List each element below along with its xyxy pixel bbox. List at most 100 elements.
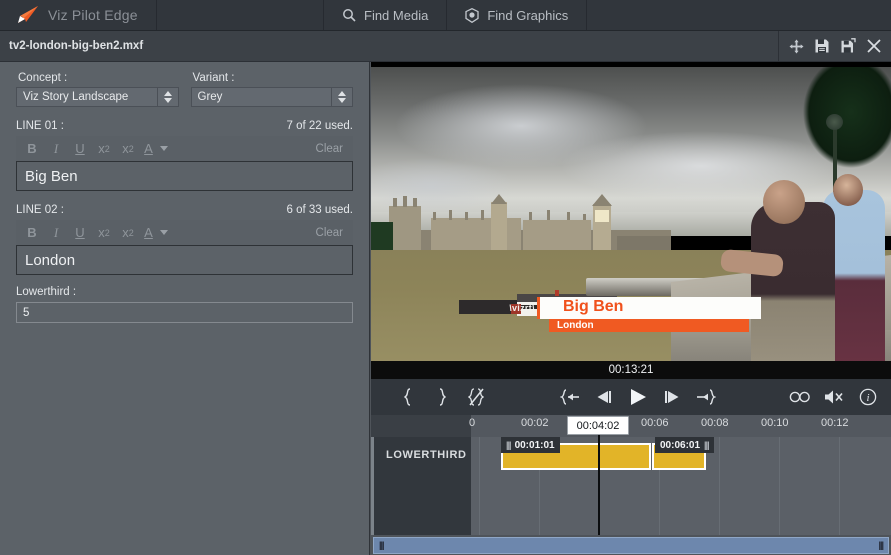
subscript-button[interactable]: x2 <box>92 222 116 244</box>
loop-button[interactable] <box>783 379 817 415</box>
playhead-stem <box>598 435 600 439</box>
lowerthird-overlay: \ vizrt \ Big Ben London <box>501 297 761 332</box>
bold-button[interactable]: B <box>20 222 44 244</box>
chevron-down-icon[interactable] <box>157 138 171 160</box>
grid-line <box>719 437 720 535</box>
go-to-end-button[interactable] <box>689 379 723 415</box>
line01-format-toolbar: B I U x2 x2 A Clear <box>16 136 353 161</box>
timeline-ruler[interactable]: 0 00:02 00:06 00:08 00:10 00:12 <box>371 415 891 437</box>
ruler-tick-5: 00:10 <box>761 417 789 429</box>
mute-icon[interactable] <box>817 379 851 415</box>
topbar-fill <box>587 0 891 30</box>
lowerthird-header: Lowerthird : <box>16 286 353 298</box>
timeline-hscrollbar[interactable]: ||| ||| <box>371 535 891 555</box>
scroll-left-grip-icon[interactable]: ||| <box>379 540 384 550</box>
video-preview[interactable]: \ vizrt \ Big Ben London 00:13:21 <box>371 62 891 379</box>
viz-pilot-edge-window: Viz Pilot Edge Find Media Find Graphics <box>0 0 891 555</box>
move-icon[interactable] <box>783 31 809 61</box>
clip-in-marker-label: 00:01:01 <box>514 439 555 451</box>
underline-button[interactable]: U <box>68 222 92 244</box>
clip-out-marker[interactable]: 00:06:01 ||| <box>655 437 714 453</box>
lamp-globe <box>826 114 843 130</box>
chevron-updown-icon[interactable] <box>331 88 352 106</box>
concept-select[interactable]: Viz Story Landscape <box>16 87 179 107</box>
find-graphics-label: Find Graphics <box>487 7 569 23</box>
clip-out-marker-label: 00:06:01 <box>660 439 701 451</box>
tree-foliage <box>801 62 891 192</box>
text-color-button[interactable]: A <box>140 138 157 160</box>
template-form-panel: Concept : Viz Story Landscape Variant : … <box>0 62 370 555</box>
superscript-button[interactable]: x2 <box>116 138 140 160</box>
concept-label: Concept : <box>18 72 68 84</box>
playhead-line[interactable] <box>598 437 600 535</box>
line01-counter: 7 of 22 used. <box>286 120 354 132</box>
concept-value: Viz Story Landscape <box>23 91 129 103</box>
step-back-button[interactable] <box>587 379 621 415</box>
superscript-button[interactable]: x2 <box>116 222 140 244</box>
timeline[interactable]: 0 00:02 00:06 00:08 00:10 00:12 LOWERTHI… <box>371 415 891 535</box>
clip-in-marker[interactable]: ||| 00:01:01 <box>501 437 560 453</box>
video-timecode-bar: 00:13:21 <box>371 361 891 379</box>
player-timeline-panel: \ vizrt \ Big Ben London 00:13:21 i 0 00… <box>371 62 891 555</box>
track-header-lowerthird[interactable]: LOWERTHIRD <box>371 437 471 535</box>
vizrt-logo-label: vizrt <box>511 303 532 313</box>
vizrt-logo: \ vizrt \ <box>509 303 535 313</box>
app-brand-label: Viz Pilot Edge <box>48 7 138 23</box>
search-icon <box>342 8 356 22</box>
person-man-head <box>763 180 805 224</box>
top-menu-bar: Viz Pilot Edge Find Media Find Graphics <box>0 0 891 31</box>
clear-marks-button[interactable] <box>459 379 493 415</box>
timeline-hscroll-thumb[interactable]: ||| ||| <box>373 536 889 554</box>
person-man <box>751 202 835 379</box>
line02-label: LINE 02 : <box>16 204 64 216</box>
close-icon[interactable] <box>861 31 887 61</box>
track-name-label: LOWERTHIRD <box>386 449 467 461</box>
ruler-tick-6: 00:12 <box>821 417 849 429</box>
marker-grip-icon: ||| <box>704 440 709 450</box>
italic-button[interactable]: I <box>44 138 68 160</box>
playhead-timecode-label[interactable]: 00:04:02 <box>567 416 629 435</box>
italic-button[interactable]: I <box>44 222 68 244</box>
video-timecode: 00:13:21 <box>608 364 654 376</box>
scroll-right-grip-icon[interactable]: ||| <box>878 540 883 550</box>
mark-out-button[interactable] <box>425 379 459 415</box>
variant-select[interactable]: Grey <box>190 87 353 107</box>
ruler-tick-0: 0 <box>469 417 476 429</box>
lowerthird-input[interactable]: 5 <box>16 302 353 323</box>
ruler-tick-3: 00:06 <box>641 417 669 429</box>
chevron-updown-icon[interactable] <box>156 88 178 106</box>
save-as-icon[interactable] <box>835 31 861 61</box>
topbar-spacer <box>157 0 324 30</box>
line01-clear-button[interactable]: Clear <box>316 143 353 155</box>
document-filename: tv2-london-big-ben2.mxf <box>9 40 144 52</box>
line01-input[interactable]: Big Ben <box>16 161 353 191</box>
graphics-hexagon-icon <box>465 7 479 23</box>
find-graphics-button[interactable]: Find Graphics <box>447 0 588 30</box>
chevron-down-icon[interactable] <box>157 222 171 244</box>
variant-group: Variant : Grey <box>190 72 353 107</box>
info-icon[interactable]: i <box>851 379 885 415</box>
line02-input[interactable]: London <box>16 245 353 275</box>
go-to-start-button[interactable] <box>553 379 587 415</box>
save-icon[interactable] <box>809 31 835 61</box>
line01-label: LINE 01 : <box>16 120 64 132</box>
play-button[interactable] <box>621 379 655 415</box>
text-color-button[interactable]: A <box>140 222 157 244</box>
underline-button[interactable]: U <box>68 138 92 160</box>
ruler-tick-1: 00:02 <box>521 417 549 429</box>
timeline-ruler-header <box>371 415 471 437</box>
find-media-button[interactable]: Find Media <box>324 0 448 30</box>
line01-header: LINE 01 : 7 of 22 used. <box>16 120 353 132</box>
line02-clear-button[interactable]: Clear <box>316 227 353 239</box>
grid-line <box>779 437 780 535</box>
person-woman-head <box>833 174 863 206</box>
step-forward-button[interactable] <box>655 379 689 415</box>
grid-line <box>479 437 480 535</box>
mark-in-button[interactable] <box>391 379 425 415</box>
svg-text:i: i <box>866 392 869 404</box>
bold-button[interactable]: B <box>20 138 44 160</box>
variant-value: Grey <box>197 91 223 103</box>
line02-format-toolbar: B I U x2 x2 A Clear <box>16 220 353 245</box>
document-actions <box>779 31 891 61</box>
subscript-button[interactable]: x2 <box>92 138 116 160</box>
